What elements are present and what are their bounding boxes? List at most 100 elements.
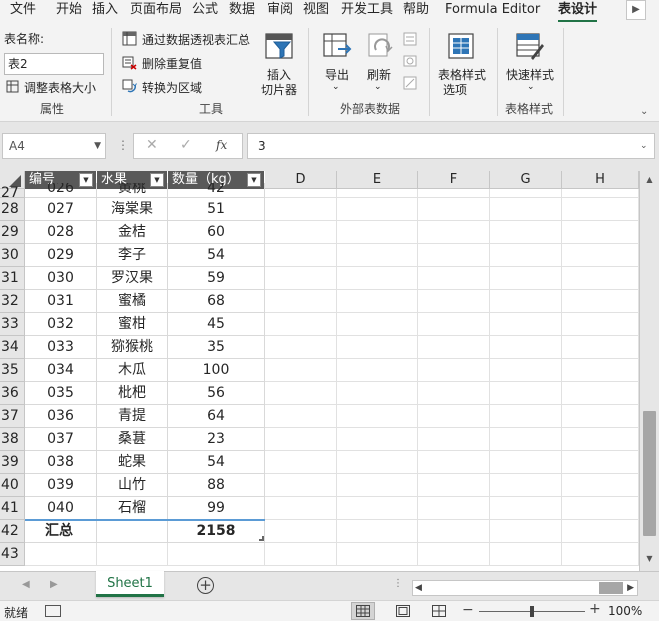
empty-cell[interactable] bbox=[265, 313, 337, 336]
empty-cell[interactable] bbox=[490, 451, 562, 474]
convert-to-range-button[interactable]: 转换为区域 bbox=[122, 78, 222, 96]
empty-cell[interactable] bbox=[418, 267, 490, 290]
empty-cell[interactable] bbox=[418, 405, 490, 428]
empty-cell[interactable] bbox=[490, 474, 562, 497]
empty-cell[interactable] bbox=[418, 474, 490, 497]
empty-cell[interactable] bbox=[265, 290, 337, 313]
row-header[interactable]: 35 bbox=[0, 359, 25, 382]
table-cell-fruit[interactable]: 石榴 bbox=[97, 497, 168, 520]
tab-scroll-right-icon[interactable]: ▶ bbox=[626, 0, 646, 20]
page-break-view-button[interactable] bbox=[427, 602, 451, 620]
table-cell-id[interactable]: 038 bbox=[25, 451, 97, 474]
table-cell-fruit[interactable]: 金桔 bbox=[97, 221, 168, 244]
scroll-up-icon[interactable]: ▲ bbox=[642, 173, 657, 187]
empty-cell[interactable] bbox=[337, 520, 418, 543]
row-header[interactable]: 37 bbox=[0, 405, 25, 428]
row-header[interactable]: 27 bbox=[0, 186, 25, 200]
tab-formula-editor[interactable]: Formula Editor bbox=[445, 0, 540, 22]
empty-cell[interactable] bbox=[337, 359, 418, 382]
empty-cell[interactable] bbox=[265, 336, 337, 359]
empty-cell[interactable] bbox=[97, 543, 168, 566]
worksheet-grid[interactable]: 编号 ▼ 水果 ▼ 数量（kg） ▼ D E F G H 27 026 黄桃 42 28… bbox=[0, 171, 639, 571]
scroll-right-icon[interactable]: ▶ bbox=[627, 581, 634, 595]
name-box[interactable]: A4 ▼ bbox=[2, 133, 106, 159]
empty-cell[interactable] bbox=[265, 474, 337, 497]
empty-cell[interactable] bbox=[490, 198, 562, 221]
empty-cell[interactable] bbox=[337, 267, 418, 290]
row-header[interactable]: 39 bbox=[0, 451, 25, 474]
empty-cell[interactable] bbox=[337, 497, 418, 520]
total-value[interactable]: 2158 bbox=[168, 520, 265, 543]
empty-cell[interactable] bbox=[490, 520, 562, 543]
empty-cell[interactable] bbox=[418, 497, 490, 520]
scroll-down-icon[interactable]: ▼ bbox=[642, 552, 657, 566]
table-cell-id[interactable]: 037 bbox=[25, 428, 97, 451]
empty-cell[interactable] bbox=[490, 244, 562, 267]
table-cell-id[interactable]: 039 bbox=[25, 474, 97, 497]
table-cell-fruit[interactable]: 黄桃 bbox=[97, 183, 168, 198]
sheet-tab-sheet1[interactable]: Sheet1 bbox=[96, 571, 164, 597]
empty-cell[interactable] bbox=[562, 405, 639, 428]
quick-styles-button[interactable]: 快速样式 ⌄ bbox=[503, 26, 559, 96]
empty-cell[interactable] bbox=[265, 382, 337, 405]
add-sheet-icon[interactable]: + bbox=[197, 577, 214, 594]
empty-cell[interactable] bbox=[418, 336, 490, 359]
table-cell-id[interactable]: 034 bbox=[25, 359, 97, 382]
empty-cell[interactable] bbox=[562, 520, 639, 543]
tab-review[interactable]: 审阅 bbox=[267, 0, 293, 22]
empty-cell[interactable] bbox=[490, 405, 562, 428]
table-cell-qty[interactable]: 100 bbox=[168, 359, 265, 382]
horizontal-scrollbar[interactable]: ◀ ▶ bbox=[412, 580, 638, 596]
empty-cell[interactable] bbox=[562, 497, 639, 520]
empty-cell[interactable] bbox=[337, 221, 418, 244]
table-cell-fruit[interactable]: 罗汉果 bbox=[97, 267, 168, 290]
empty-cell[interactable] bbox=[418, 244, 490, 267]
table-cell-qty[interactable]: 56 bbox=[168, 382, 265, 405]
col-header-f[interactable]: F bbox=[418, 171, 490, 189]
table-cell-qty[interactable]: 54 bbox=[168, 244, 265, 267]
remove-duplicates-button[interactable]: 删除重复值 bbox=[122, 54, 222, 72]
empty-cell[interactable] bbox=[265, 221, 337, 244]
next-sheet-icon[interactable]: ▶ bbox=[50, 579, 58, 590]
empty-cell[interactable] bbox=[337, 405, 418, 428]
empty-cell[interactable] bbox=[562, 189, 639, 198]
resize-table-button[interactable]: 调整表格大小 bbox=[4, 78, 104, 96]
empty-cell[interactable] bbox=[265, 189, 337, 198]
total-empty-cell[interactable] bbox=[97, 520, 168, 543]
row-header[interactable]: 42 bbox=[0, 520, 25, 543]
empty-cell[interactable] bbox=[418, 290, 490, 313]
empty-cell[interactable] bbox=[490, 428, 562, 451]
table-cell-id[interactable]: 028 bbox=[25, 221, 97, 244]
table-cell-id[interactable]: 026 bbox=[25, 183, 97, 198]
table-cell-fruit[interactable]: 猕猴桃 bbox=[97, 336, 168, 359]
row-header[interactable]: 31 bbox=[0, 267, 25, 290]
empty-cell[interactable] bbox=[562, 313, 639, 336]
export-button[interactable]: 导出 ⌄ bbox=[316, 26, 360, 96]
empty-cell[interactable] bbox=[490, 382, 562, 405]
empty-cell[interactable] bbox=[418, 198, 490, 221]
empty-cell[interactable] bbox=[265, 198, 337, 221]
empty-cell[interactable] bbox=[418, 221, 490, 244]
table-cell-qty[interactable]: 99 bbox=[168, 497, 265, 520]
empty-cell[interactable] bbox=[418, 359, 490, 382]
empty-cell[interactable] bbox=[418, 382, 490, 405]
empty-cell[interactable] bbox=[265, 520, 337, 543]
table-cell-qty[interactable]: 51 bbox=[168, 198, 265, 221]
col-header-d[interactable]: D bbox=[265, 171, 337, 189]
tab-file[interactable]: 文件 bbox=[10, 0, 36, 22]
empty-cell[interactable] bbox=[418, 520, 490, 543]
tab-page-layout[interactable]: 页面布局 bbox=[130, 0, 182, 22]
table-style-options-button[interactable]: 表格样式 选项 bbox=[435, 26, 491, 97]
page-layout-view-button[interactable] bbox=[391, 602, 415, 620]
empty-cell[interactable] bbox=[418, 313, 490, 336]
row-header[interactable]: 38 bbox=[0, 428, 25, 451]
unlink-icon[interactable] bbox=[403, 76, 417, 90]
empty-cell[interactable] bbox=[265, 244, 337, 267]
col-header-e[interactable]: E bbox=[337, 171, 418, 189]
accessibility-icon[interactable] bbox=[45, 605, 61, 617]
normal-view-button[interactable] bbox=[351, 602, 375, 620]
empty-cell[interactable] bbox=[265, 267, 337, 290]
empty-cell[interactable] bbox=[490, 359, 562, 382]
total-label[interactable]: 汇总 bbox=[25, 520, 97, 543]
empty-cell[interactable] bbox=[562, 428, 639, 451]
